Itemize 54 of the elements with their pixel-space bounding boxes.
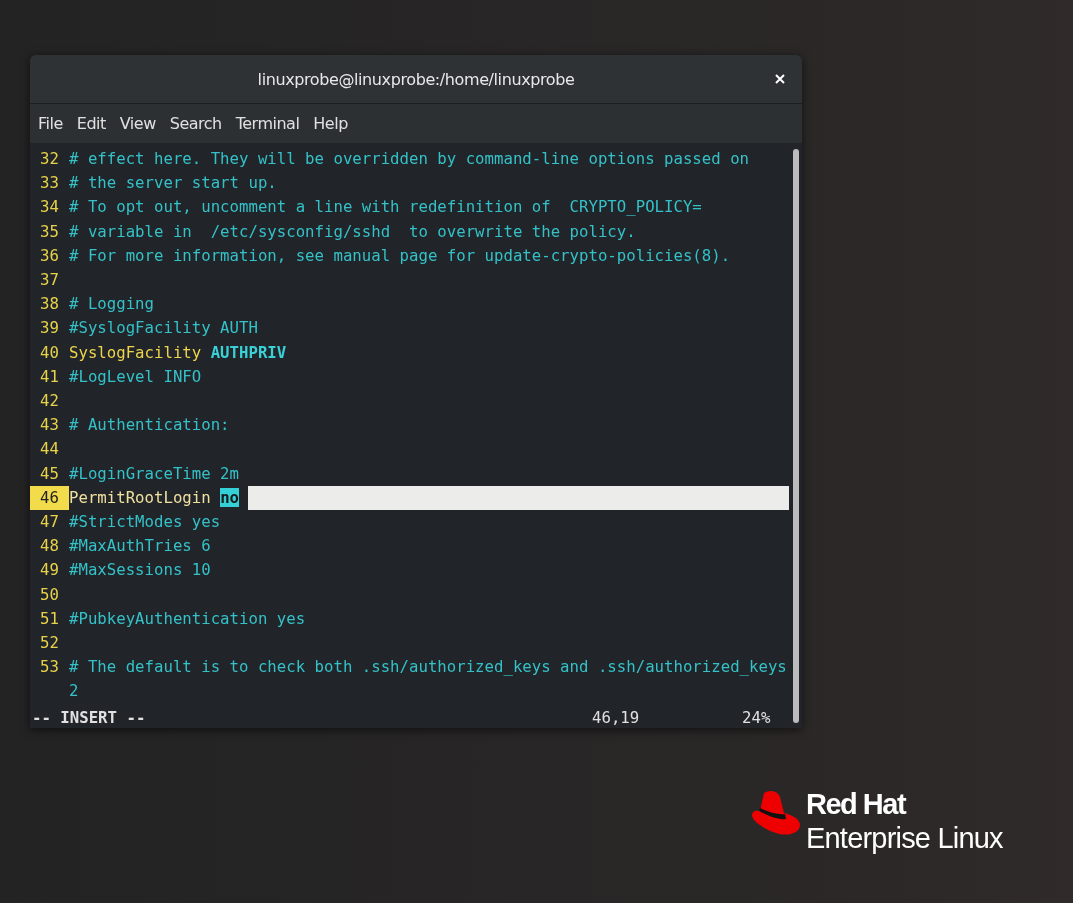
code-line: # Authentication: bbox=[69, 414, 231, 437]
line-number: 51 bbox=[39, 607, 60, 630]
line-number: 48 bbox=[39, 535, 60, 558]
line-number: 47 bbox=[39, 511, 60, 534]
code-line: #StrictModes yes bbox=[69, 511, 222, 534]
code-line: #PubkeyAuthentication yes bbox=[69, 607, 307, 630]
code-line: SyslogFacility AUTHPRIV bbox=[69, 341, 288, 364]
line-number: 50 bbox=[39, 583, 60, 606]
code-line: # the server start up. bbox=[69, 172, 278, 195]
menu-item[interactable]: Terminal bbox=[235, 114, 308, 133]
code-line: #MaxAuthTries 6 bbox=[69, 535, 212, 558]
line-number: 39 bbox=[39, 317, 60, 340]
line-number: 41 bbox=[39, 365, 60, 388]
line-number: 37 bbox=[39, 269, 60, 291]
code-line: # variable in /etc/sysconfig/sshd to overwrite the policy. bbox=[69, 220, 637, 243]
mode-indicator: -- INSERT -- bbox=[31, 706, 147, 728]
cursor-position: 46,19 bbox=[592, 706, 641, 728]
line-number: 36 bbox=[39, 244, 60, 267]
line-number: 53 bbox=[39, 656, 60, 679]
code-line: # effect here. They will be overridden by command-line options passed on bbox=[69, 148, 751, 170]
code-line: # Logging bbox=[69, 293, 155, 316]
hat-icon bbox=[750, 789, 802, 837]
scroll-percentage: 24% bbox=[742, 706, 772, 728]
menu-item[interactable]: File bbox=[38, 114, 71, 133]
line-number: 43 bbox=[39, 414, 60, 437]
line-number: 35 bbox=[39, 220, 60, 243]
code-line: # For more information, see manual page for update-crypto-policies(8). bbox=[69, 244, 732, 267]
line-number: 49 bbox=[39, 559, 60, 582]
menu-item[interactable]: Help bbox=[313, 114, 356, 133]
code-line: #MaxSessions 10 bbox=[69, 559, 212, 582]
logo-title: Red Hat bbox=[806, 787, 907, 821]
window-title: linuxprobe@linuxprobe:/home/linuxprobe bbox=[257, 69, 575, 89]
code-line: PermitRootLogin no bbox=[69, 486, 239, 509]
line-number: 52 bbox=[39, 632, 60, 655]
code-line: #LoginGraceTime 2m bbox=[69, 462, 240, 485]
scrollbar-thumb[interactable] bbox=[792, 149, 799, 723]
code-line: #LogLevel INFO bbox=[69, 365, 203, 388]
menu-item[interactable]: Search bbox=[169, 114, 230, 133]
line-number: 44 bbox=[39, 438, 60, 461]
line-number: 42 bbox=[39, 390, 60, 413]
code-line: # The default is to check both .ssh/authorized_keys and .ssh/authorized_keys2 bbox=[69, 656, 787, 703]
line-number: 45 bbox=[39, 462, 60, 485]
code-line: #SyslogFacility AUTH bbox=[69, 317, 259, 340]
line-number: 40 bbox=[39, 341, 60, 364]
logo-subtitle: Enterprise Linux bbox=[806, 821, 1003, 855]
line-number: 38 bbox=[39, 293, 60, 316]
menu-item[interactable]: View bbox=[119, 114, 164, 133]
line-number: 32 bbox=[39, 148, 60, 170]
line-number: 46 bbox=[30, 485, 69, 511]
menu-item[interactable]: Edit bbox=[76, 114, 114, 133]
code-line: # To opt out, uncomment a line with redefinition of CRYPTO_POLICY= bbox=[69, 196, 703, 219]
line-number: 33 bbox=[39, 172, 60, 195]
line-number: 34 bbox=[39, 196, 60, 219]
close-icon bbox=[775, 74, 785, 84]
